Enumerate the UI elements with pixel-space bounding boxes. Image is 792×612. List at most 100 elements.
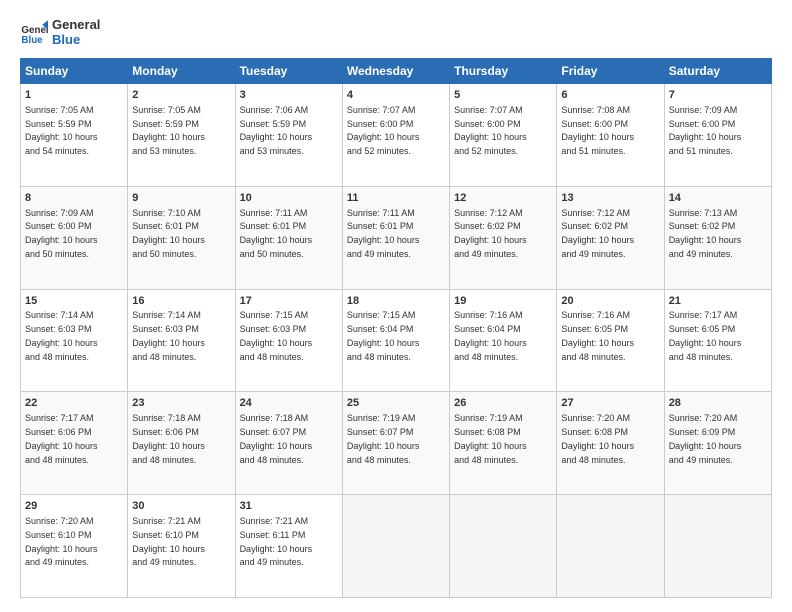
- day-number: 3: [240, 88, 338, 103]
- calendar-cell: [557, 495, 664, 598]
- logo-general: General: [52, 18, 100, 33]
- day-info: Sunrise: 7:19 AMSunset: 6:07 PMDaylight:…: [347, 413, 420, 464]
- day-number: 5: [454, 88, 552, 103]
- day-info: Sunrise: 7:06 AMSunset: 5:59 PMDaylight:…: [240, 105, 313, 156]
- day-info: Sunrise: 7:18 AMSunset: 6:06 PMDaylight:…: [132, 413, 205, 464]
- day-number: 14: [669, 191, 767, 206]
- calendar-cell: 13 Sunrise: 7:12 AMSunset: 6:02 PMDayligh…: [557, 186, 664, 289]
- calendar-cell: [342, 495, 449, 598]
- calendar-cell: 4 Sunrise: 7:07 AMSunset: 6:00 PMDaylight…: [342, 83, 449, 186]
- calendar-cell: 3 Sunrise: 7:06 AMSunset: 5:59 PMDaylight…: [235, 83, 342, 186]
- day-info: Sunrise: 7:14 AMSunset: 6:03 PMDaylight:…: [25, 310, 98, 361]
- day-info: Sunrise: 7:20 AMSunset: 6:10 PMDaylight:…: [25, 516, 98, 567]
- day-info: Sunrise: 7:09 AMSunset: 6:00 PMDaylight:…: [25, 208, 98, 259]
- col-header-friday: Friday: [557, 58, 664, 83]
- day-number: 27: [561, 396, 659, 411]
- calendar-cell: 14 Sunrise: 7:13 AMSunset: 6:02 PMDayligh…: [664, 186, 771, 289]
- day-number: 23: [132, 396, 230, 411]
- day-number: 10: [240, 191, 338, 206]
- calendar-cell: 28 Sunrise: 7:20 AMSunset: 6:09 PMDayligh…: [664, 392, 771, 495]
- day-number: 12: [454, 191, 552, 206]
- day-number: 26: [454, 396, 552, 411]
- day-number: 4: [347, 88, 445, 103]
- day-info: Sunrise: 7:20 AMSunset: 6:09 PMDaylight:…: [669, 413, 742, 464]
- day-number: 30: [132, 499, 230, 514]
- day-number: 13: [561, 191, 659, 206]
- day-number: 22: [25, 396, 123, 411]
- calendar-cell: 22 Sunrise: 7:17 AMSunset: 6:06 PMDayligh…: [21, 392, 128, 495]
- day-number: 18: [347, 294, 445, 309]
- day-info: Sunrise: 7:20 AMSunset: 6:08 PMDaylight:…: [561, 413, 634, 464]
- logo: General Blue General Blue: [20, 18, 100, 48]
- col-header-monday: Monday: [128, 58, 235, 83]
- header: General Blue General Blue: [20, 18, 772, 48]
- logo-icon: General Blue: [20, 19, 48, 47]
- day-number: 25: [347, 396, 445, 411]
- day-number: 28: [669, 396, 767, 411]
- calendar-week-5: 29 Sunrise: 7:20 AMSunset: 6:10 PMDayligh…: [21, 495, 772, 598]
- calendar-week-3: 15Sunrise: 7:14 AMSunset: 6:03 PMDayligh…: [21, 289, 772, 392]
- calendar-cell: 29 Sunrise: 7:20 AMSunset: 6:10 PMDayligh…: [21, 495, 128, 598]
- day-info: Sunrise: 7:07 AMSunset: 6:00 PMDaylight:…: [347, 105, 420, 156]
- day-number: 1: [25, 88, 123, 103]
- calendar-cell: 17Sunrise: 7:15 AMSunset: 6:03 PMDayligh…: [235, 289, 342, 392]
- day-number: 19: [454, 294, 552, 309]
- svg-text:Blue: Blue: [21, 35, 43, 46]
- col-header-tuesday: Tuesday: [235, 58, 342, 83]
- day-info: Sunrise: 7:15 AMSunset: 6:04 PMDaylight:…: [347, 310, 420, 361]
- day-info: Sunrise: 7:12 AMSunset: 6:02 PMDaylight:…: [454, 208, 527, 259]
- day-info: Sunrise: 7:05 AMSunset: 5:59 PMDaylight:…: [25, 105, 98, 156]
- calendar-cell: 1 Sunrise: 7:05 AMSunset: 5:59 PMDaylight…: [21, 83, 128, 186]
- col-header-thursday: Thursday: [450, 58, 557, 83]
- day-info: Sunrise: 7:19 AMSunset: 6:08 PMDaylight:…: [454, 413, 527, 464]
- day-number: 24: [240, 396, 338, 411]
- day-number: 16: [132, 294, 230, 309]
- day-info: Sunrise: 7:16 AMSunset: 6:04 PMDaylight:…: [454, 310, 527, 361]
- day-info: Sunrise: 7:11 AMSunset: 6:01 PMDaylight:…: [240, 208, 313, 259]
- day-info: Sunrise: 7:09 AMSunset: 6:00 PMDaylight:…: [669, 105, 742, 156]
- calendar-header-row: SundayMondayTuesdayWednesdayThursdayFrid…: [21, 58, 772, 83]
- day-number: 7: [669, 88, 767, 103]
- day-info: Sunrise: 7:17 AMSunset: 6:06 PMDaylight:…: [25, 413, 98, 464]
- day-number: 21: [669, 294, 767, 309]
- calendar-cell: 21Sunrise: 7:17 AMSunset: 6:05 PMDayligh…: [664, 289, 771, 392]
- day-info: Sunrise: 7:10 AMSunset: 6:01 PMDaylight:…: [132, 208, 205, 259]
- day-info: Sunrise: 7:08 AMSunset: 6:00 PMDaylight:…: [561, 105, 634, 156]
- day-number: 31: [240, 499, 338, 514]
- day-info: Sunrise: 7:12 AMSunset: 6:02 PMDaylight:…: [561, 208, 634, 259]
- day-number: 6: [561, 88, 659, 103]
- day-info: Sunrise: 7:13 AMSunset: 6:02 PMDaylight:…: [669, 208, 742, 259]
- calendar-cell: 18Sunrise: 7:15 AMSunset: 6:04 PMDayligh…: [342, 289, 449, 392]
- calendar-cell: 8Sunrise: 7:09 AMSunset: 6:00 PMDaylight…: [21, 186, 128, 289]
- calendar-week-4: 22 Sunrise: 7:17 AMSunset: 6:06 PMDayligh…: [21, 392, 772, 495]
- day-info: Sunrise: 7:11 AMSunset: 6:01 PMDaylight:…: [347, 208, 420, 259]
- day-number: 11: [347, 191, 445, 206]
- day-info: Sunrise: 7:21 AMSunset: 6:10 PMDaylight:…: [132, 516, 205, 567]
- calendar-cell: 25 Sunrise: 7:19 AMSunset: 6:07 PMDayligh…: [342, 392, 449, 495]
- calendar-cell: 26 Sunrise: 7:19 AMSunset: 6:08 PMDayligh…: [450, 392, 557, 495]
- day-info: Sunrise: 7:07 AMSunset: 6:00 PMDaylight:…: [454, 105, 527, 156]
- calendar-cell: 6 Sunrise: 7:08 AMSunset: 6:00 PMDaylight…: [557, 83, 664, 186]
- calendar-cell: 27 Sunrise: 7:20 AMSunset: 6:08 PMDayligh…: [557, 392, 664, 495]
- col-header-wednesday: Wednesday: [342, 58, 449, 83]
- calendar-cell: 19Sunrise: 7:16 AMSunset: 6:04 PMDayligh…: [450, 289, 557, 392]
- day-info: Sunrise: 7:14 AMSunset: 6:03 PMDaylight:…: [132, 310, 205, 361]
- day-info: Sunrise: 7:05 AMSunset: 5:59 PMDaylight:…: [132, 105, 205, 156]
- day-info: Sunrise: 7:17 AMSunset: 6:05 PMDaylight:…: [669, 310, 742, 361]
- logo-blue: Blue: [52, 33, 100, 48]
- day-number: 20: [561, 294, 659, 309]
- day-info: Sunrise: 7:18 AMSunset: 6:07 PMDaylight:…: [240, 413, 313, 464]
- calendar-cell: 24 Sunrise: 7:18 AMSunset: 6:07 PMDayligh…: [235, 392, 342, 495]
- day-number: 29: [25, 499, 123, 514]
- day-info: Sunrise: 7:21 AMSunset: 6:11 PMDaylight:…: [240, 516, 313, 567]
- calendar-week-1: 1 Sunrise: 7:05 AMSunset: 5:59 PMDaylight…: [21, 83, 772, 186]
- calendar-cell: 20Sunrise: 7:16 AMSunset: 6:05 PMDayligh…: [557, 289, 664, 392]
- day-number: 2: [132, 88, 230, 103]
- calendar-cell: 31 Sunrise: 7:21 AMSunset: 6:11 PMDayligh…: [235, 495, 342, 598]
- calendar-cell: 30 Sunrise: 7:21 AMSunset: 6:10 PMDayligh…: [128, 495, 235, 598]
- calendar-cell: [664, 495, 771, 598]
- calendar-cell: [450, 495, 557, 598]
- calendar-cell: 10 Sunrise: 7:11 AMSunset: 6:01 PMDayligh…: [235, 186, 342, 289]
- calendar-table: SundayMondayTuesdayWednesdayThursdayFrid…: [20, 58, 772, 598]
- day-info: Sunrise: 7:16 AMSunset: 6:05 PMDaylight:…: [561, 310, 634, 361]
